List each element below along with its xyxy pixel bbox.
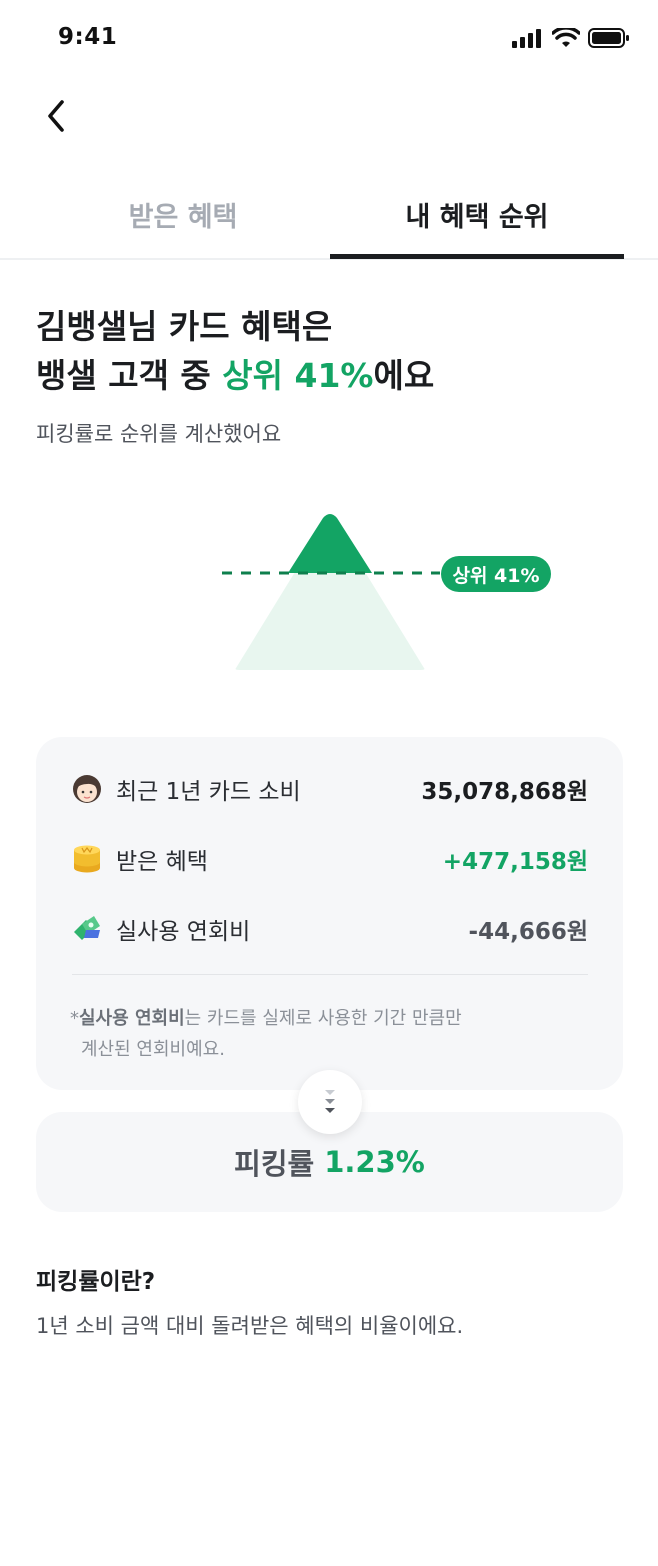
status-time: 9:41: [58, 24, 118, 50]
footnote-bold: 실사용 연회비: [79, 1008, 185, 1029]
headline-rank-accent: 상위 41%: [222, 356, 374, 395]
page-headline: 김뱅샐님 카드 혜택은 뱅샐 고객 중 상위 41%에요: [36, 302, 434, 400]
tab-bar: 받은 혜택 내 혜택 순위: [0, 168, 658, 260]
headline-line1: 김뱅샐님 카드 혜택은: [36, 307, 333, 346]
annual-fee-footnote: *실사용 연회비는 카드를 실제로 사용한 기간 만큼만 계산된 연회비예요.: [70, 1003, 462, 1065]
summary-value-spending: 35,078,868원: [421, 779, 588, 805]
wifi-icon: [552, 28, 580, 47]
back-button[interactable]: [36, 96, 76, 136]
headline-suffix: 에요: [373, 356, 435, 395]
summary-row-annual-fee: 실사용 연회비 -44,666원: [72, 909, 588, 949]
explain-title: 피킹률이란?: [36, 1269, 156, 1295]
active-tab-indicator: [330, 254, 624, 259]
pyramid-top-segment: [288, 514, 372, 573]
signal-icon: [512, 29, 541, 48]
headline-prefix: 뱅샐 고객 중: [36, 356, 223, 395]
summary-row-spending: 최근 1년 카드 소비 35,078,868원: [72, 769, 588, 809]
person-face-icon: [72, 774, 102, 804]
tab-my-benefit-rank[interactable]: 내 혜택 순위: [330, 168, 624, 260]
rank-pyramid-graphic: [222, 514, 440, 670]
expand-button[interactable]: [298, 1070, 362, 1134]
triple-chevron-down-icon: [325, 1090, 335, 1113]
summary-label-benefits: 받은 혜택: [116, 849, 208, 875]
summary-value-benefits: +477,158원: [442, 849, 588, 875]
summary-row-benefits: 받은 혜택 +477,158원: [72, 839, 588, 879]
headline-line2: 뱅샐 고객 중 상위 41%에요: [36, 351, 434, 400]
picking-rate-value: 1.23%: [324, 1145, 425, 1179]
explain-text: 1년 소비 금액 대비 돌려받은 혜택의 비율이에요.: [36, 1314, 464, 1338]
tab-received-benefits[interactable]: 받은 혜택: [36, 168, 330, 260]
coin-stack-icon: [72, 844, 102, 874]
headline-subtext: 피킹률로 순위를 계산했어요: [36, 422, 282, 446]
picking-rate-label: 피킹률: [234, 1147, 315, 1181]
summary-divider: [72, 974, 588, 975]
footnote-line2: 계산된 연회비예요.: [81, 1039, 225, 1060]
status-icons: [512, 28, 630, 48]
summary-label-spending: 최근 1년 카드 소비: [116, 779, 301, 805]
card-fee-icon: [72, 914, 102, 944]
footnote-line1-rest: 는 카드를 실제로 사용한 기간 만큼만: [184, 1008, 462, 1029]
footnote-line1: *실사용 연회비는 카드를 실제로 사용한 기간 만큼만: [70, 1003, 462, 1034]
summary-value-annual-fee: -44,666원: [468, 919, 588, 945]
rank-badge: 상위 41%: [441, 556, 551, 592]
battery-icon: [588, 28, 629, 48]
status-bar: 9:41: [0, 0, 658, 78]
spending-summary-card: 최근 1년 카드 소비 35,078,868원 받은 혜택 +477,158원: [36, 737, 623, 1090]
chevron-left-icon: [48, 100, 64, 132]
footnote-prefix: *: [70, 1008, 79, 1029]
summary-label-annual-fee: 실사용 연회비: [116, 919, 251, 945]
